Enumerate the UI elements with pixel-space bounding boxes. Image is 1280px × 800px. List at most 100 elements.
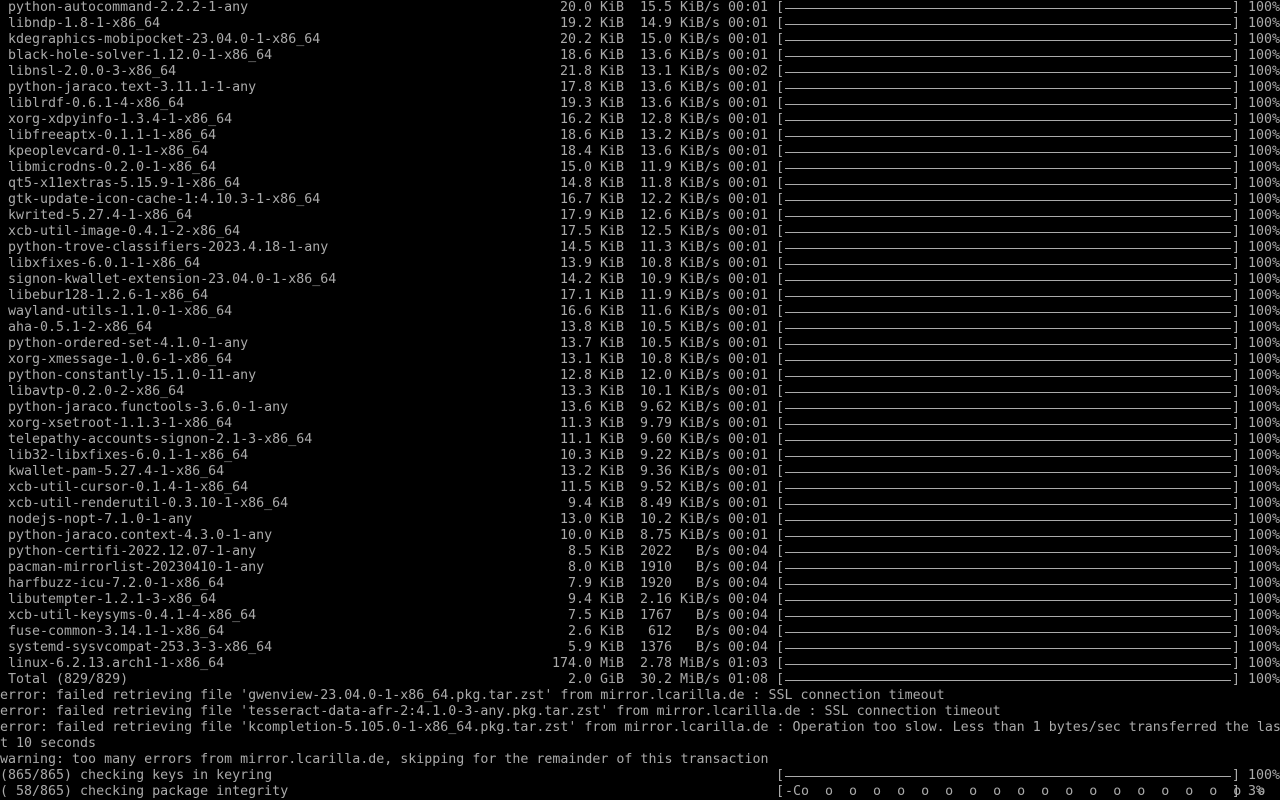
package-name: lib32-libxfixes-6.0.1-1-x86_64	[8, 448, 249, 463]
download-time: 00:04	[728, 640, 769, 655]
download-rate: 1920 B/s	[639, 576, 720, 591]
download-percent: 100%	[1248, 208, 1280, 223]
download-row: systemd-sysvcompat-253.3-3-x86_64 5.9 KiB…	[0, 640, 1280, 656]
integrity-check-row: ( 58/865) checking package integrity [ -…	[0, 784, 1280, 800]
download-progress-fill	[785, 648, 1231, 649]
download-progress-bar: []	[776, 272, 1240, 287]
download-percent: 100%	[1248, 416, 1280, 431]
download-progress-fill	[785, 504, 1231, 505]
download-progress-bar: []	[776, 128, 1240, 143]
download-rate: 1767 B/s	[639, 608, 720, 623]
download-percent: 100%	[1248, 192, 1280, 207]
error-message: error: failed retrieving file 'tesseract…	[0, 704, 1001, 719]
package-size: 7.5 KiB	[567, 608, 624, 623]
download-progress-fill	[785, 424, 1231, 425]
download-time: 00:01	[728, 32, 769, 47]
package-size: 18.4 KiB	[559, 144, 624, 159]
package-name: xcb-util-cursor-0.1.4-1-x86_64	[8, 480, 249, 495]
download-rate: 9.22 KiB/s	[639, 448, 720, 463]
download-progress-fill	[785, 360, 1231, 361]
package-name: harfbuzz-icu-7.2.0-1-x86_64	[8, 576, 225, 591]
package-name: kwrited-5.27.4-1-x86_64	[8, 208, 193, 223]
package-size: 13.2 KiB	[559, 464, 624, 479]
download-progress-bar: []	[776, 208, 1240, 223]
download-time: 00:01	[728, 512, 769, 527]
package-size: 13.0 KiB	[559, 512, 624, 527]
download-progress-fill	[785, 88, 1231, 89]
download-rate: 10.5 KiB/s	[639, 320, 720, 335]
keyring-check-row: (865/865) checking keys in keyring [ ] 1…	[0, 768, 1280, 784]
package-size: 9.4 KiB	[567, 592, 624, 607]
download-row: harfbuzz-icu-7.2.0-1-x86_64 7.9 KiB 1920 B…	[0, 576, 1280, 592]
download-progress-bar: []	[776, 560, 1240, 575]
download-progress-bar: []	[776, 384, 1240, 399]
download-row: gtk-update-icon-cache-1:4.10.3-1-x86_64 1…	[0, 192, 1280, 208]
package-size: 11.5 KiB	[559, 480, 624, 495]
download-progress-bar: []	[776, 496, 1240, 511]
download-progress-bar: []	[776, 336, 1240, 351]
download-percent: 100%	[1248, 304, 1280, 319]
package-size: 2.6 KiB	[567, 624, 624, 639]
download-progress-fill	[785, 248, 1231, 249]
download-time: 00:04	[728, 592, 769, 607]
package-name: black-hole-solver-1.12.0-1-x86_64	[8, 48, 273, 63]
download-percent: 100%	[1248, 48, 1280, 63]
package-name: kdegraphics-mobipocket-23.04.0-1-x86_64	[8, 32, 321, 47]
download-row: python-ordered-set-4.1.0-1-any 13.7 KiB 10…	[0, 336, 1280, 352]
package-name: python-jaraco.functools-3.6.0-1-any	[8, 400, 289, 415]
package-size: 10.3 KiB	[559, 448, 624, 463]
package-size: 18.6 KiB	[559, 128, 624, 143]
download-row: python-certifi-2022.12.07-1-any 8.5 KiB 20…	[0, 544, 1280, 560]
download-rate: 2.16 KiB/s	[639, 592, 720, 607]
package-name: libndp-1.8-1-x86_64	[8, 16, 161, 31]
download-time: 00:01	[728, 0, 769, 15]
integrity-check-label: ( 58/865) checking package integrity	[0, 784, 289, 799]
download-progress-fill	[785, 520, 1231, 521]
error-message: error: failed retrieving file 'gwenview-…	[0, 688, 945, 703]
download-row: telepathy-accounts-signon-2.1-3-x86_64 11…	[0, 432, 1280, 448]
download-row: xorg-xsetroot-1.1.3-1-x86_64 11.3 KiB 9.79…	[0, 416, 1280, 432]
package-size: 16.7 KiB	[559, 192, 624, 207]
download-progress-bar: []	[776, 576, 1240, 591]
package-name: libfreeaptx-0.1.1-1-x86_64	[8, 128, 217, 143]
download-row: libmicrodns-0.2.0-1-x86_64 15.0 KiB 11.9 K…	[0, 160, 1280, 176]
error-message: error: failed retrieving file 'kcompleti…	[0, 720, 1280, 735]
download-progress-fill	[785, 72, 1231, 73]
package-name: libavtp-0.2.0-2-x86_64	[8, 384, 185, 399]
package-name: python-constantly-15.1.0-11-any	[8, 368, 257, 383]
download-rate: 8.49 KiB/s	[639, 496, 720, 511]
download-progress-bar: []	[776, 112, 1240, 127]
download-row: python-trove-classifiers-2023.4.18-1-any…	[0, 240, 1280, 256]
download-row: kdegraphics-mobipocket-23.04.0-1-x86_64 2…	[0, 32, 1280, 48]
download-progress-fill	[785, 472, 1231, 473]
package-name: pacman-mirrorlist-20230410-1-any	[8, 560, 265, 575]
download-percent: 100%	[1248, 368, 1280, 383]
download-percent: 100%	[1248, 128, 1280, 143]
download-rate: 12.5 KiB/s	[639, 224, 720, 239]
package-size: 11.3 KiB	[559, 416, 624, 431]
download-percent: 100%	[1248, 512, 1280, 527]
package-size: 13.8 KiB	[559, 320, 624, 335]
download-time: 00:01	[728, 320, 769, 335]
download-progress-fill	[785, 312, 1231, 313]
package-size: 5.9 KiB	[567, 640, 624, 655]
download-time: 00:04	[728, 608, 769, 623]
download-progress-bar: []	[776, 192, 1240, 207]
terminal-window[interactable]: python-autocommand-2.2.2-1-any 20.0 KiB 15…	[0, 0, 1280, 800]
package-name: gtk-update-icon-cache-1:4.10.3-1-x86_64	[8, 192, 321, 207]
download-rate: 8.75 KiB/s	[639, 528, 720, 543]
download-row: wayland-utils-1.1.0-1-x86_64 16.6 KiB 11.6…	[0, 304, 1280, 320]
package-name: systemd-sysvcompat-253.3-3-x86_64	[8, 640, 273, 655]
download-rate: 12.2 KiB/s	[639, 192, 720, 207]
download-progress-bar: []	[776, 256, 1240, 271]
package-size: 13.6 KiB	[559, 400, 624, 415]
download-progress-fill	[785, 376, 1231, 377]
download-rate: 14.9 KiB/s	[639, 16, 720, 31]
download-rate: 13.6 KiB/s	[639, 80, 720, 95]
download-percent: 100%	[1248, 272, 1280, 287]
download-progress-bar: []	[776, 448, 1240, 463]
download-row: libxfixes-6.0.1-1-x86_64 13.9 KiB 10.8 KiB…	[0, 256, 1280, 272]
download-progress-bar: []	[776, 480, 1240, 495]
download-row: python-autocommand-2.2.2-1-any 20.0 KiB 15…	[0, 0, 1280, 16]
download-rate: 15.0 KiB/s	[639, 32, 720, 47]
